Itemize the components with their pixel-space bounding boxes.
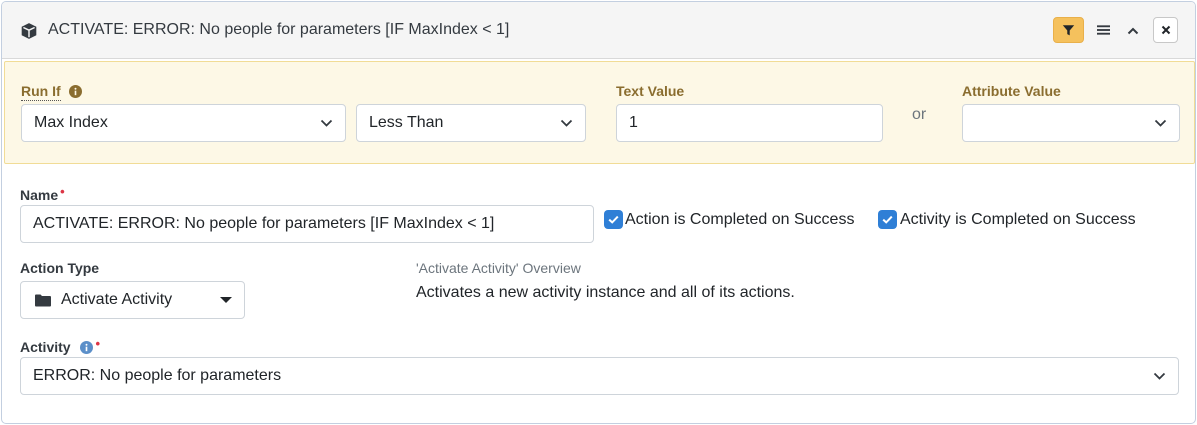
menu-button[interactable] — [1090, 17, 1116, 43]
text-value-input[interactable]: 1 — [616, 104, 883, 142]
check-icon — [882, 215, 893, 224]
required-indicator: • — [95, 336, 101, 351]
chevron-down-icon — [1154, 119, 1167, 127]
name-value: ACTIVATE: ERROR: No people for parameter… — [33, 215, 495, 232]
close-button[interactable] — [1153, 17, 1178, 43]
info-icon[interactable] — [80, 341, 94, 354]
action-completed-checkbox[interactable] — [604, 210, 623, 229]
action-type-value: Activate Activity — [61, 291, 173, 308]
activity-select[interactable]: ERROR: No people for parameters — [20, 357, 1179, 395]
menu-icon — [1096, 25, 1110, 35]
attribute-value-label: Attribute Value — [962, 83, 1061, 99]
panel-title: ACTIVATE: ERROR: No people for parameter… — [48, 21, 510, 38]
action-panel: ACTIVATE: ERROR: No people for parameter… — [1, 1, 1196, 424]
text-value: 1 — [629, 114, 638, 131]
activity-value: ERROR: No people for parameters — [33, 367, 282, 384]
action-completed-label[interactable]: Action is Completed on Success — [625, 211, 854, 229]
attribute-value-select[interactable] — [962, 104, 1180, 142]
filter-icon — [1062, 24, 1075, 35]
run-if-field-select[interactable]: Max Index — [21, 104, 346, 142]
chevron-down-icon — [1153, 372, 1166, 380]
filter-button[interactable] — [1053, 17, 1084, 43]
activity-label: Activity • — [20, 336, 101, 355]
folder-icon — [35, 294, 51, 306]
chevron-down-icon — [320, 119, 333, 127]
collapse-button[interactable] — [1120, 17, 1146, 43]
run-if-section: Run If Max Index Less Than Text Value 1 … — [4, 61, 1195, 164]
text-value-label: Text Value — [616, 83, 685, 99]
activity-completed-label[interactable]: Activity is Completed on Success — [900, 211, 1136, 229]
chevron-up-icon — [1127, 27, 1139, 34]
run-if-operator-select[interactable]: Less Than — [356, 104, 586, 142]
or-separator: or — [912, 106, 927, 123]
overview-description: Activates a new activity instance and al… — [416, 284, 795, 301]
name-label: Name • — [20, 184, 65, 203]
run-if-label: Run If — [21, 83, 82, 101]
panel-header: ACTIVATE: ERROR: No people for parameter… — [2, 2, 1195, 59]
action-type-label: Action Type — [20, 260, 100, 276]
activity-completed-checkbox[interactable] — [878, 210, 897, 229]
overview-title: 'Activate Activity' Overview — [416, 260, 581, 276]
close-icon — [1161, 25, 1170, 35]
info-icon[interactable] — [68, 85, 82, 98]
run-if-operator-value: Less Than — [369, 114, 444, 131]
run-if-field-value: Max Index — [34, 114, 108, 131]
required-indicator: • — [60, 184, 65, 199]
caret-down-icon — [220, 297, 232, 303]
check-icon — [608, 215, 619, 224]
name-input[interactable]: ACTIVATE: ERROR: No people for parameter… — [20, 205, 594, 243]
action-type-select[interactable]: Activate Activity — [20, 281, 245, 319]
chevron-down-icon — [560, 119, 573, 127]
cube-icon — [21, 23, 37, 39]
